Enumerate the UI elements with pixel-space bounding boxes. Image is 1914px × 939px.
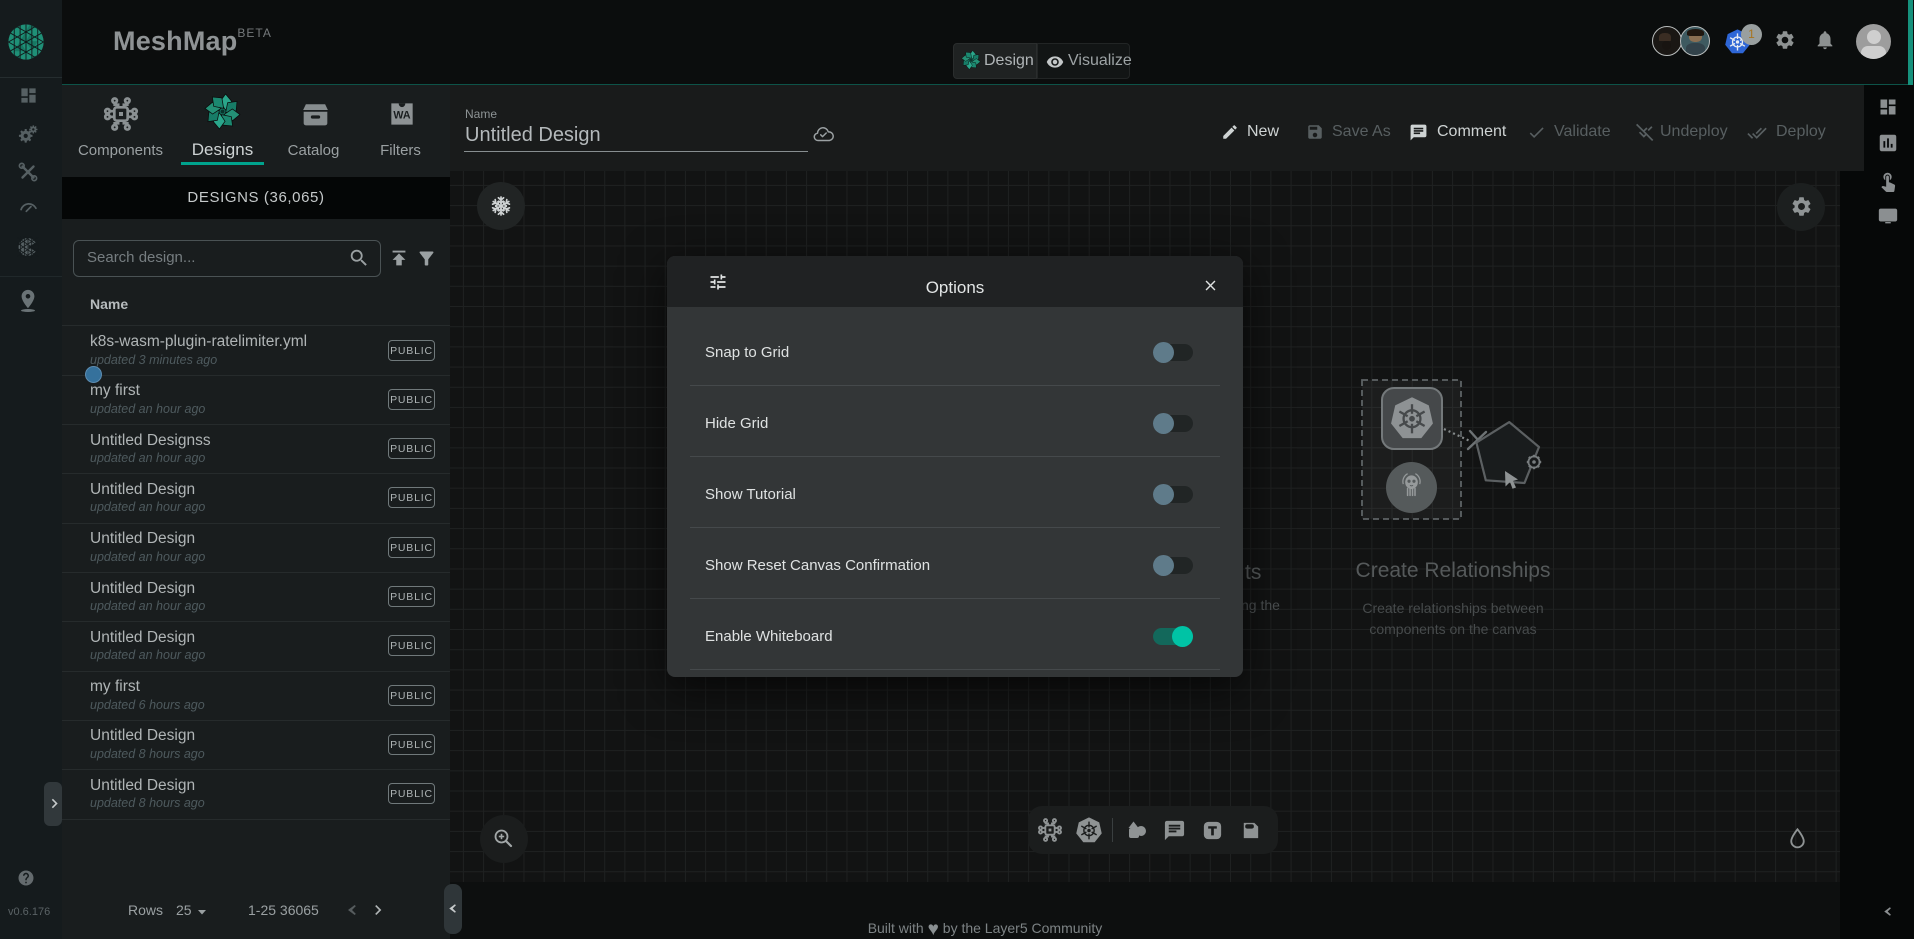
svg-text:WA: WA — [393, 110, 410, 122]
